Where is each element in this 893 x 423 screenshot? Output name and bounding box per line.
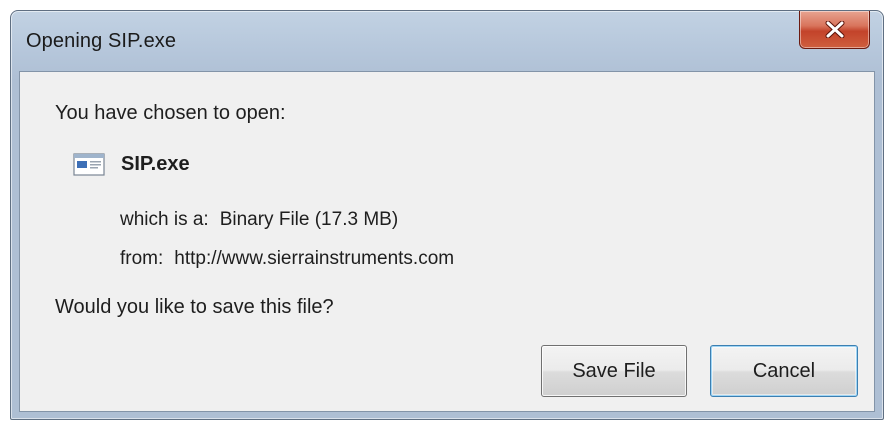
save-file-button[interactable]: Save File	[541, 345, 687, 397]
dialog-content: You have chosen to open: SIP.exe which i…	[19, 71, 875, 412]
file-type-label: which is a:	[120, 209, 209, 230]
title-bar[interactable]: Opening SIP.exe	[11, 11, 883, 71]
dialog-window: Opening SIP.exe You have chosen to open:…	[10, 10, 884, 420]
close-icon	[825, 21, 844, 38]
file-source-label: from:	[120, 248, 164, 269]
save-question: Would you like to save this file?	[55, 296, 334, 318]
file-type-row: which is a: Binary File (17.3 MB)	[120, 209, 398, 231]
close-button[interactable]	[799, 11, 870, 49]
open-prompt: You have chosen to open:	[55, 102, 286, 124]
file-name: SIP.exe	[121, 152, 190, 175]
cancel-button[interactable]: Cancel	[710, 345, 858, 397]
file-source-row: from: http://www.sierrainstruments.com	[120, 248, 454, 270]
file-type-value: Binary File (17.3 MB)	[219, 209, 399, 230]
file-row: SIP.exe	[73, 152, 190, 176]
application-window-icon	[73, 153, 105, 176]
file-source-url: http://www.sierrainstruments.com	[174, 248, 455, 269]
window-title: Opening SIP.exe	[26, 30, 177, 52]
